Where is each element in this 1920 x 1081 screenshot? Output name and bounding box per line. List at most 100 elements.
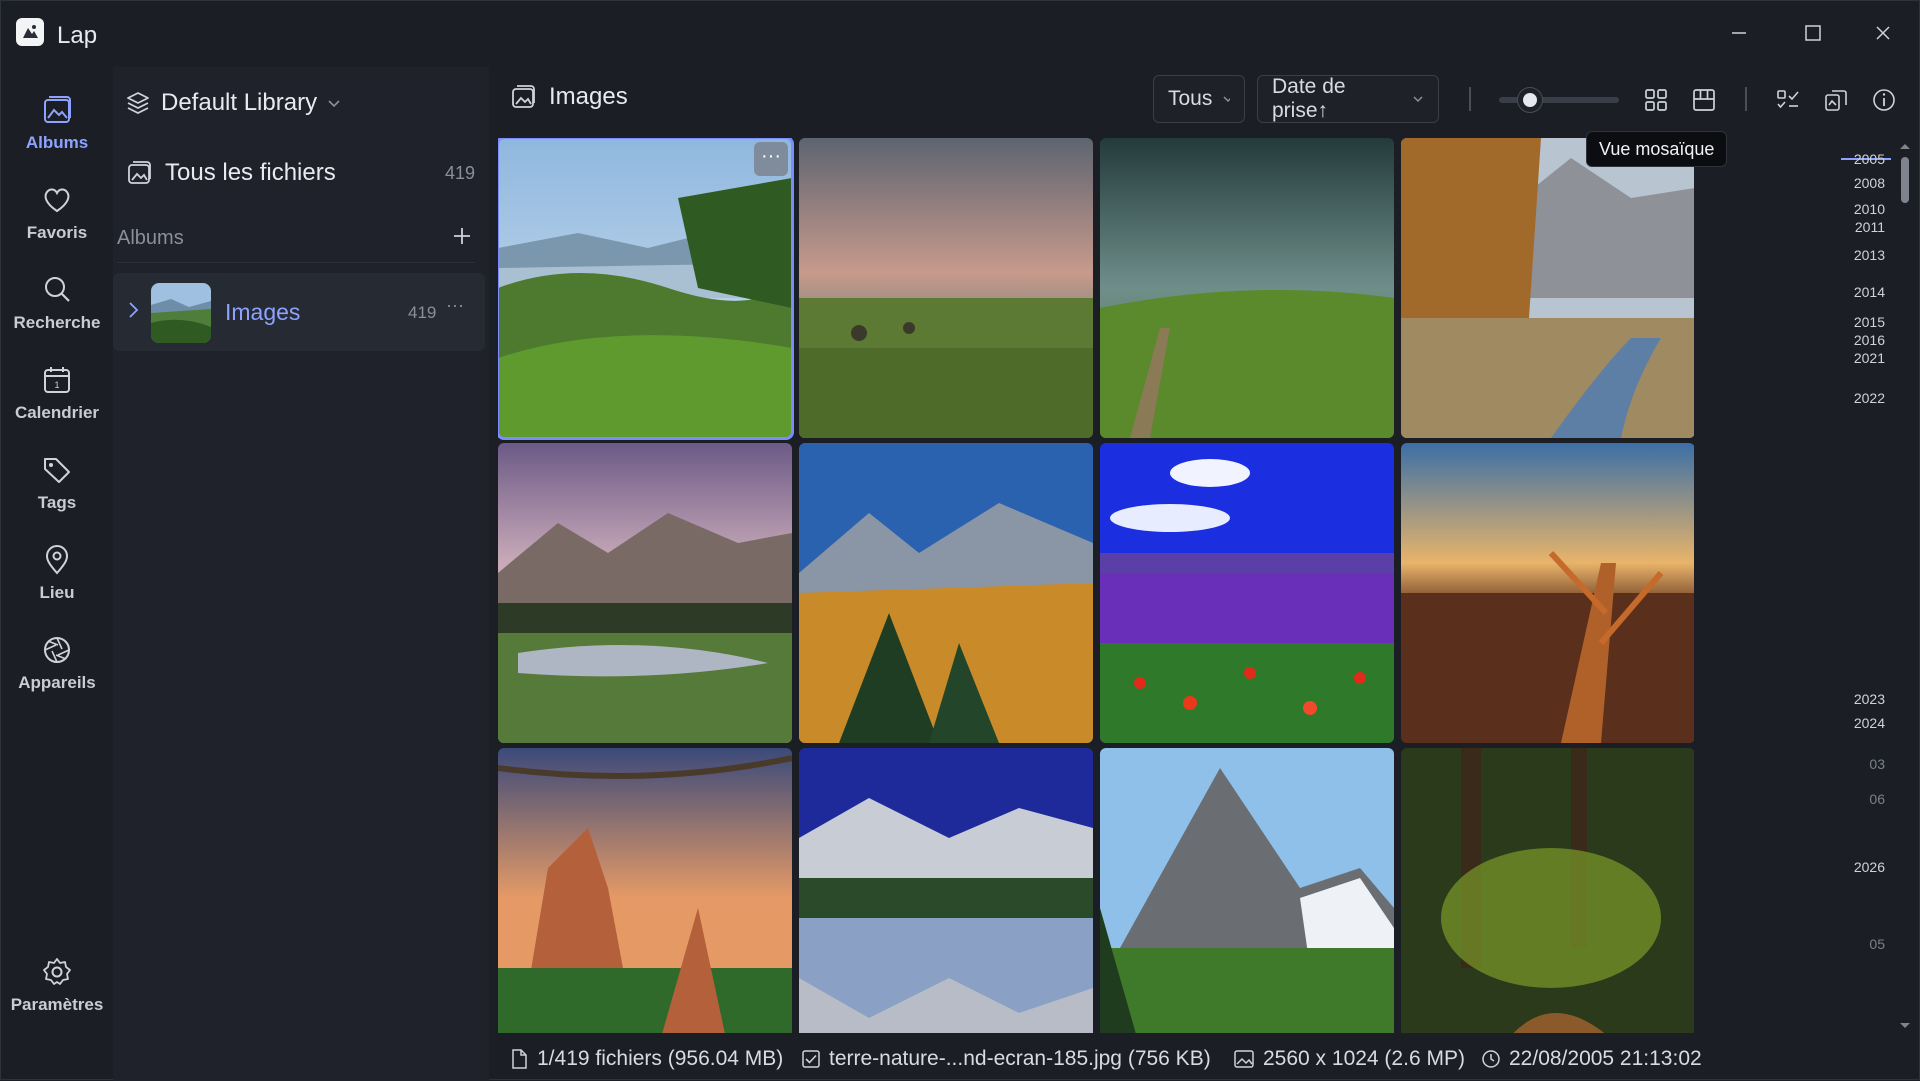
- nav-label: Recherche: [13, 313, 101, 332]
- timeline-label[interactable]: 2005: [1854, 151, 1885, 167]
- toolbar-divider: [1469, 87, 1471, 111]
- library-selector[interactable]: Default Library: [125, 85, 341, 121]
- sort-value: Date de prise↑: [1272, 75, 1346, 122]
- thumbnail-size-slider[interactable]: [1499, 88, 1619, 112]
- scroll-up-arrow-icon[interactable]: [1899, 141, 1911, 151]
- add-album-icon[interactable]: [449, 223, 475, 249]
- vertical-scrollbar[interactable]: [1899, 141, 1911, 1031]
- mosaic-view-button[interactable]: [1689, 85, 1719, 115]
- timeline-label[interactable]: 2022: [1854, 390, 1885, 406]
- timeline-label[interactable]: 2016: [1854, 332, 1885, 348]
- timeline-label[interactable]: 2015: [1854, 314, 1885, 330]
- toolbar-divider: [1745, 87, 1747, 111]
- album-item-images[interactable]: Images 419 ···: [113, 273, 485, 351]
- images-icon: [128, 161, 151, 184]
- chevron-right-icon[interactable]: [127, 300, 141, 320]
- select-mode-button[interactable]: [1773, 85, 1803, 115]
- compare-button[interactable]: [1821, 85, 1851, 115]
- timeline-label[interactable]: 2008: [1854, 175, 1885, 191]
- timeline-label[interactable]: 2010: [1854, 201, 1885, 217]
- all-files-label: Tous les fichiers: [165, 159, 336, 186]
- title-bar: Lap: [1, 1, 1920, 67]
- photo-tile[interactable]: [1100, 748, 1394, 1033]
- timeline-label[interactable]: 2024: [1854, 715, 1885, 731]
- layers-icon: [127, 92, 149, 115]
- chevron-down-icon: [328, 100, 340, 108]
- content-title: Images: [509, 83, 628, 111]
- timeline-label[interactable]: 2014: [1854, 284, 1885, 300]
- nav-parametres[interactable]: Paramètres: [1, 955, 113, 1037]
- navigation-rail: Albums Favoris Recherche 1 Calendrier Ta…: [1, 67, 113, 1081]
- nav-calendrier[interactable]: 1 Calendrier: [1, 363, 113, 445]
- timeline-label[interactable]: 03: [1869, 756, 1885, 772]
- maximize-button[interactable]: [1793, 17, 1833, 49]
- nav-appareils[interactable]: Appareils: [1, 633, 113, 715]
- scroll-down-arrow-icon[interactable]: [1899, 1021, 1911, 1031]
- chevron-down-icon: [1413, 96, 1423, 103]
- nav-lieu[interactable]: Lieu: [1, 543, 113, 625]
- albums-section-label: Albums: [117, 227, 184, 249]
- photo-tile[interactable]: [498, 443, 792, 743]
- nav-label: Albums: [25, 133, 89, 152]
- nav-albums[interactable]: Albums: [1, 93, 113, 175]
- all-files-item[interactable]: Tous les fichiers 419: [125, 153, 475, 193]
- photo-tile[interactable]: [1100, 443, 1394, 743]
- aperture-icon: [44, 637, 70, 663]
- albums-header: Albums: [117, 219, 475, 263]
- nav-recherche[interactable]: Recherche: [1, 273, 113, 355]
- status-date: 22/08/2005 21:13:02: [1481, 1047, 1702, 1071]
- photo-tile[interactable]: [1401, 748, 1694, 1033]
- content-title-text: Images: [549, 83, 628, 110]
- info-button[interactable]: [1869, 85, 1899, 115]
- checkbox-icon: [802, 1050, 820, 1068]
- image-icon: [1234, 1050, 1254, 1068]
- album-count: 419: [408, 303, 437, 322]
- album-thumbnail: [151, 283, 211, 343]
- scrollbar-thumb[interactable]: [1901, 157, 1909, 203]
- photo-tile[interactable]: [799, 138, 1093, 438]
- photo-tile[interactable]: [1401, 138, 1694, 438]
- album-name: Images: [225, 299, 301, 325]
- timeline-label[interactable]: 05: [1869, 936, 1885, 952]
- search-icon: [45, 277, 70, 302]
- slider-knob[interactable]: [1518, 88, 1542, 112]
- timeline-label[interactable]: 2026: [1854, 859, 1885, 875]
- timeline-label[interactable]: 2011: [1855, 219, 1885, 235]
- app-logo-icon: [16, 18, 44, 46]
- timeline-label[interactable]: 2013: [1854, 247, 1885, 263]
- photo-more-button[interactable]: ···: [754, 142, 788, 176]
- minimize-button[interactable]: [1719, 17, 1759, 49]
- nav-label: Appareils: [18, 673, 96, 692]
- photo-tile[interactable]: [799, 748, 1093, 1033]
- svg-text:1: 1: [54, 380, 59, 390]
- photo-tile[interactable]: [1100, 138, 1394, 438]
- view-tooltip: Vue mosaïque: [1586, 131, 1728, 167]
- filter-dropdown[interactable]: Tous: [1153, 75, 1245, 123]
- close-button[interactable]: [1863, 17, 1903, 49]
- photo-tile[interactable]: [1401, 443, 1694, 743]
- photo-tile[interactable]: [799, 443, 1093, 743]
- timeline-label[interactable]: 2023: [1854, 691, 1885, 707]
- nav-label: Calendrier: [14, 403, 100, 422]
- status-dimensions: 2560 x 1024 (2.6 MP): [1233, 1047, 1465, 1071]
- timeline-label[interactable]: 2021: [1854, 350, 1885, 366]
- all-files-count: 419: [444, 162, 475, 183]
- timeline-label[interactable]: 06: [1869, 791, 1885, 807]
- album-more-button[interactable]: ···: [446, 295, 464, 316]
- sort-dropdown[interactable]: Date de prise↑: [1257, 75, 1439, 123]
- status-files-text: 1/419 fichiers (956.04 MB): [537, 1047, 784, 1070]
- photo-tile[interactable]: ···: [498, 138, 794, 440]
- heart-icon: [44, 188, 70, 213]
- nav-tags[interactable]: Tags: [1, 453, 113, 535]
- photo-tile[interactable]: [498, 748, 792, 1033]
- clock-icon: [1482, 1050, 1500, 1068]
- grid-view-button[interactable]: [1641, 85, 1671, 115]
- tag-icon: [44, 458, 70, 483]
- compare-icon: [1825, 90, 1847, 111]
- library-name: Default Library: [161, 89, 318, 116]
- nav-label: Favoris: [26, 223, 88, 242]
- file-icon: [512, 1049, 527, 1069]
- app-window: Lap Albums Favoris Recherche 1 Calendrie…: [0, 0, 1920, 1081]
- nav-favoris[interactable]: Favoris: [1, 183, 113, 265]
- slider-track: [1499, 97, 1619, 103]
